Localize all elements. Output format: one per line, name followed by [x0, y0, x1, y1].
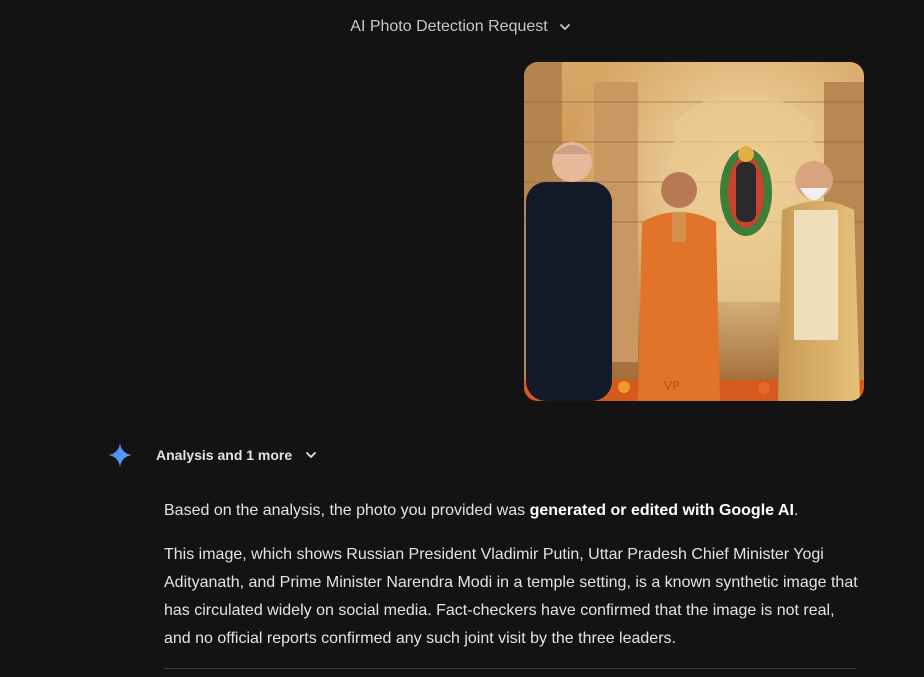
para1-suffix: .	[793, 502, 799, 519]
show-thinking-label: Analysis and 1 more	[156, 447, 293, 463]
conversation-title-button[interactable]: AI Photo Detection Request	[340, 14, 583, 40]
chevron-down-icon	[556, 18, 574, 36]
conversation-title: AI Photo Detection Request	[350, 18, 548, 35]
divider	[164, 668, 856, 669]
gemini-sparkle-icon	[107, 442, 133, 468]
response-text: Based on the analysis, the photo you pro…	[164, 497, 864, 669]
uploaded-image[interactable]: VP	[524, 62, 864, 401]
para1-prefix: Based on the analysis, the photo you pro…	[164, 502, 530, 519]
response-paragraph-2: This image, which shows Russian Presiden…	[164, 546, 858, 647]
response-header: Analysis and 1 more	[107, 442, 320, 468]
top-bar: AI Photo Detection Request	[0, 14, 924, 40]
chevron-down-icon	[302, 446, 320, 464]
response-paragraph-1: Based on the analysis, the photo you pro…	[164, 497, 864, 525]
chat-page: AI Photo Detection Request VP Analysis a…	[0, 0, 924, 677]
para1-bold: generated or edited with Google AI	[529, 502, 794, 519]
robe-badge-text: VP	[664, 379, 679, 393]
show-thinking-toggle[interactable]: Analysis and 1 more	[156, 446, 320, 464]
